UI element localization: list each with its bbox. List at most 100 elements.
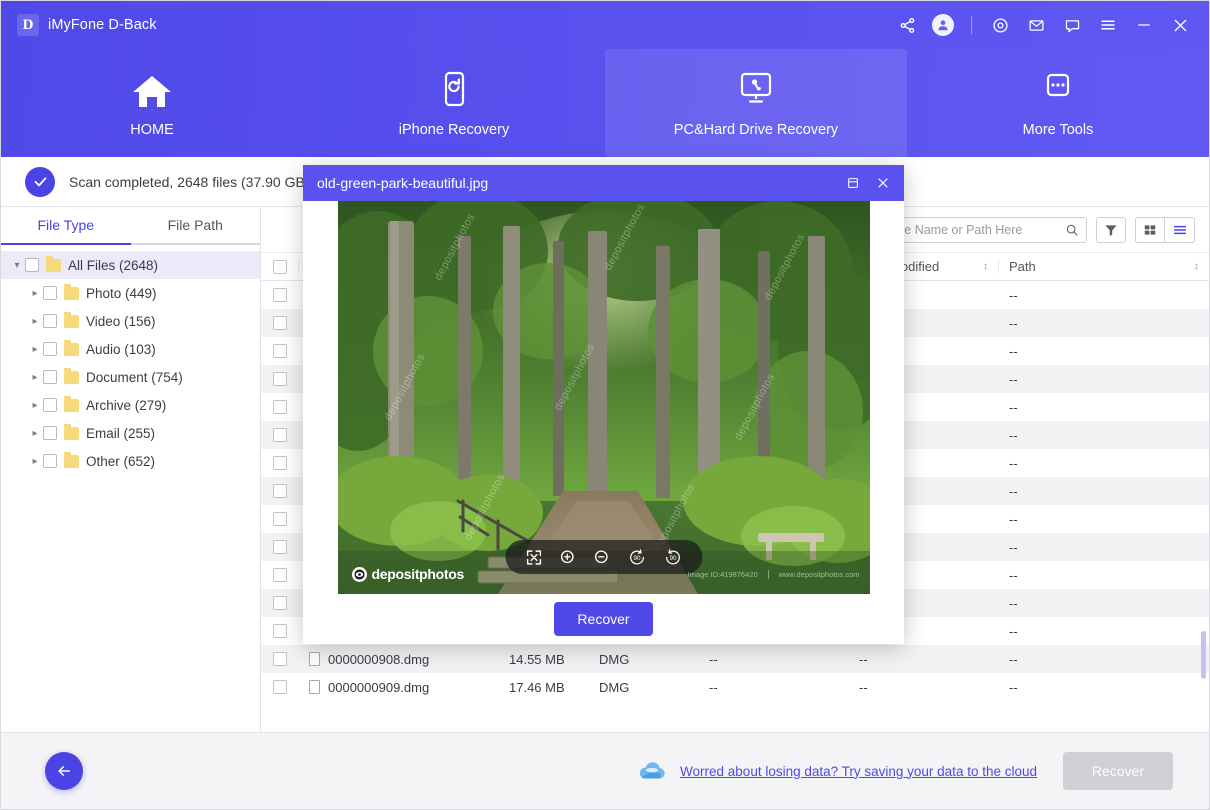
tree-item-other[interactable]: ▸ Other (652) — [1, 447, 260, 475]
row-checkbox-cell[interactable] — [261, 512, 299, 526]
filter-button[interactable] — [1096, 216, 1126, 243]
tree-item-email[interactable]: ▸ Email (255) — [1, 419, 260, 447]
tree-item-all-files[interactable]: ▾ All Files (2648) — [1, 251, 260, 279]
chevron-down-icon[interactable]: ▾ — [9, 260, 25, 271]
dialog-recover-button[interactable]: Recover — [554, 602, 653, 636]
search-icon[interactable] — [1065, 223, 1079, 237]
tree-checkbox[interactable] — [43, 426, 57, 440]
row-checkbox[interactable] — [273, 568, 287, 582]
row-checkbox[interactable] — [273, 680, 287, 694]
chevron-right-icon[interactable]: ▸ — [27, 428, 43, 439]
row-checkbox[interactable] — [273, 288, 287, 302]
tree-item-document[interactable]: ▸ Document (754) — [1, 363, 260, 391]
zoom-out-icon[interactable] — [593, 549, 610, 566]
tree-item-archive[interactable]: ▸ Archive (279) — [1, 391, 260, 419]
select-all-checkbox[interactable] — [272, 259, 287, 274]
row-checkbox[interactable] — [273, 624, 287, 638]
row-checkbox-cell[interactable] — [261, 288, 299, 302]
cell-path-text: -- — [1009, 315, 1018, 331]
titlebar-divider — [971, 16, 972, 34]
row-checkbox-cell[interactable] — [261, 372, 299, 386]
row-checkbox-cell[interactable] — [261, 596, 299, 610]
row-checkbox-cell[interactable] — [261, 456, 299, 470]
row-checkbox-cell[interactable] — [261, 428, 299, 442]
chevron-right-icon[interactable]: ▸ — [27, 372, 43, 383]
grid-view-button[interactable] — [1135, 216, 1165, 243]
row-checkbox[interactable] — [273, 484, 287, 498]
mail-icon[interactable] — [1019, 8, 1053, 42]
header-select-all[interactable] — [261, 259, 299, 274]
home-icon — [131, 69, 173, 109]
minimize-icon[interactable] — [1127, 8, 1161, 42]
target-icon[interactable] — [983, 8, 1017, 42]
row-checkbox-cell[interactable] — [261, 344, 299, 358]
chevron-right-icon[interactable]: ▸ — [27, 456, 43, 467]
tree-checkbox[interactable] — [43, 342, 57, 356]
nav-tab-home[interactable]: HOME — [1, 49, 303, 157]
tree-checkbox[interactable] — [43, 454, 57, 468]
row-checkbox[interactable] — [273, 316, 287, 330]
row-checkbox[interactable] — [273, 596, 287, 610]
vertical-scrollbar[interactable] — [1201, 631, 1206, 679]
row-checkbox[interactable] — [273, 428, 287, 442]
tree-checkbox[interactable] — [43, 286, 57, 300]
sort-icon[interactable]: ↕ — [1194, 261, 1199, 272]
app-logo-icon: D — [17, 14, 39, 36]
chevron-right-icon[interactable]: ▸ — [27, 288, 43, 299]
rotate-left-icon[interactable]: 90 — [627, 548, 646, 567]
row-checkbox[interactable] — [273, 372, 287, 386]
chat-icon[interactable] — [1055, 8, 1089, 42]
fullscreen-icon[interactable] — [525, 549, 542, 566]
sidebar-tab-file-type[interactable]: File Type — [1, 207, 131, 243]
zoom-in-icon[interactable] — [559, 549, 576, 566]
hamburger-menu-icon[interactable] — [1091, 8, 1125, 42]
row-checkbox[interactable] — [273, 456, 287, 470]
sidebar-tab-file-path[interactable]: File Path — [131, 207, 261, 243]
column-header-path[interactable]: Path ↕ — [999, 259, 1209, 274]
nav-tab-pc-hard-drive-recovery[interactable]: PC&Hard Drive Recovery — [605, 49, 907, 157]
share-icon[interactable] — [890, 8, 924, 42]
row-checkbox-cell[interactable] — [261, 484, 299, 498]
row-checkbox[interactable] — [273, 344, 287, 358]
row-checkbox-cell[interactable] — [261, 568, 299, 582]
cell-date_modified: -- — [849, 652, 999, 667]
dialog-close-button[interactable] — [868, 168, 898, 198]
row-checkbox-cell[interactable] — [261, 624, 299, 638]
tree-checkbox[interactable] — [43, 370, 57, 384]
row-checkbox[interactable] — [273, 652, 287, 666]
tree-item-photo[interactable]: ▸ Photo (449) — [1, 279, 260, 307]
row-checkbox-cell[interactable] — [261, 316, 299, 330]
nav-tab-more-tools[interactable]: More Tools — [907, 49, 1209, 157]
dialog-restore-button[interactable] — [838, 168, 868, 198]
row-checkbox[interactable] — [273, 400, 287, 414]
table-row[interactable]: 0000000909.dmg 17.46 MB DMG -- -- -- — [261, 673, 1209, 701]
rotate-right-icon[interactable]: 90 — [663, 548, 682, 567]
row-checkbox-cell[interactable] — [261, 680, 299, 694]
close-icon[interactable] — [1163, 8, 1197, 42]
depositphotos-logo: depositphotos — [351, 566, 464, 582]
row-checkbox[interactable] — [273, 540, 287, 554]
tree-checkbox[interactable] — [25, 258, 39, 272]
tree-item-video[interactable]: ▸ Video (156) — [1, 307, 260, 335]
recover-button[interactable]: Recover — [1063, 752, 1173, 790]
row-checkbox-cell[interactable] — [261, 400, 299, 414]
row-checkbox-cell[interactable] — [261, 652, 299, 666]
account-avatar-icon[interactable] — [926, 8, 960, 42]
list-view-button[interactable] — [1165, 216, 1195, 243]
tree-checkbox[interactable] — [43, 398, 57, 412]
row-checkbox-cell[interactable] — [261, 540, 299, 554]
row-checkbox[interactable] — [273, 512, 287, 526]
sort-icon[interactable]: ↕ — [983, 261, 988, 272]
more-dots-icon — [1041, 69, 1075, 109]
tree-checkbox[interactable] — [43, 314, 57, 328]
chevron-right-icon[interactable]: ▸ — [27, 316, 43, 327]
back-button[interactable] — [45, 752, 83, 790]
table-row[interactable]: 0000000908.dmg 14.55 MB DMG -- -- -- — [261, 645, 1209, 673]
tree-item-audio[interactable]: ▸ Audio (103) — [1, 335, 260, 363]
cell-path-text: -- — [1009, 595, 1018, 611]
cloud-backup-link[interactable]: Worred about losing data? Try saving you… — [680, 764, 1037, 779]
chevron-right-icon[interactable]: ▸ — [27, 400, 43, 411]
cell-size: 14.55 MB — [499, 652, 589, 667]
chevron-right-icon[interactable]: ▸ — [27, 344, 43, 355]
nav-tab-iphone-recovery[interactable]: iPhone Recovery — [303, 49, 605, 157]
